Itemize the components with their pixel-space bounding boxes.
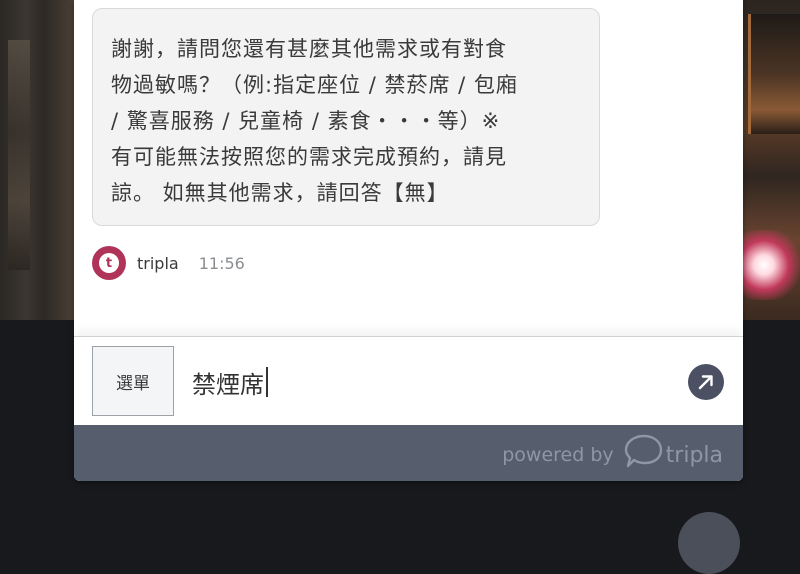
- background-photo-right: [742, 0, 800, 320]
- background-photo-left: [0, 0, 74, 320]
- powered-by-text: powered by: [502, 444, 614, 466]
- footer: powered by tripla: [74, 425, 743, 481]
- menu-button[interactable]: 選單: [92, 346, 174, 416]
- message-input-value: 禁煙席: [192, 370, 264, 399]
- chat-launcher-button[interactable]: [678, 512, 740, 574]
- arrow-up-right-icon: [698, 375, 713, 390]
- tripla-logo: tripla: [624, 434, 723, 468]
- message-line: 物過敏嗎？（例:指定座位 / 禁菸席 / 包廂: [111, 73, 518, 97]
- message-line: / 驚喜服務 / 兒童椅 / 素食・・・等）※: [111, 109, 501, 133]
- sender-name: tripla: [137, 253, 179, 273]
- message-line: 有可能無法按照您的需求完成預約，請見: [111, 145, 507, 169]
- speech-bubble-icon: [624, 434, 662, 467]
- message-list[interactable]: 謝謝，請問您還有甚麼其他需求或有對食 物過敏嗎？（例:指定座位 / 禁菸席 / …: [74, 0, 743, 336]
- message-line: 謝謝，請問您還有甚麼其他需求或有對食: [111, 37, 507, 61]
- chat-widget: 謝謝，請問您還有甚麼其他需求或有對食 物過敏嗎？（例:指定座位 / 禁菸席 / …: [74, 0, 743, 481]
- message-input[interactable]: 禁煙席: [186, 359, 688, 405]
- send-button[interactable]: [688, 364, 724, 400]
- message-line: 諒。 如無其他需求，請回答【無】: [111, 181, 449, 205]
- message-timestamp: 11:56: [198, 253, 245, 273]
- bot-message-bubble: 謝謝，請問您還有甚麼其他需求或有對食 物過敏嗎？（例:指定座位 / 禁菸席 / …: [92, 8, 600, 226]
- avatar: t: [92, 246, 126, 280]
- input-bar: 選單 禁煙席: [74, 336, 743, 426]
- background-sign: [748, 14, 800, 134]
- text-caret: [266, 367, 268, 397]
- avatar-letter: t: [99, 253, 119, 273]
- background-neon: [742, 230, 800, 300]
- message-meta: t tripla 11:56: [92, 246, 245, 280]
- powered-by[interactable]: powered by tripla: [502, 434, 723, 475]
